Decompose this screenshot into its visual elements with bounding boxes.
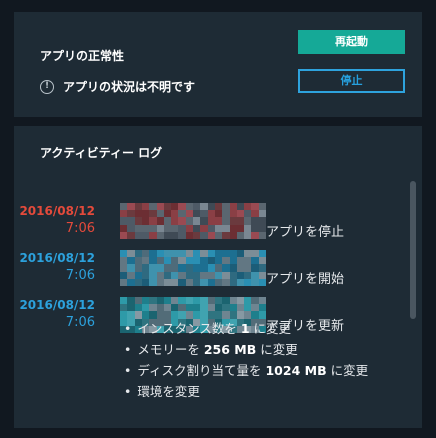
change-details-list: インスタンス数を 1 に変更 メモリーを 256 MB に変更 ディスク割り当て… <box>124 318 368 402</box>
change-item: メモリーを 256 MB に変更 <box>124 339 368 360</box>
entry-time: 7:06 <box>65 315 95 330</box>
app-health-panel: アプリの正常性 ! アプリの状況は不明です 再起動 停止 <box>14 12 422 117</box>
stop-button[interactable]: 停止 <box>298 69 405 93</box>
app-health-title: アプリの正常性 <box>40 49 125 63</box>
entry-date: 2016/08/12 <box>19 298 95 312</box>
info-icon: ! <box>40 79 54 94</box>
entry-time: 7:06 <box>65 268 95 283</box>
activity-log-title: アクティビティー ログ <box>40 146 163 160</box>
restart-button[interactable]: 再起動 <box>298 30 405 54</box>
activity-log-scrollbar[interactable] <box>410 181 416 319</box>
change-item: ディスク割り当て量を 1024 MB に変更 <box>124 360 368 381</box>
entry-date: 2016/08/12 <box>19 204 95 218</box>
entry-date: 2016/08/12 <box>19 251 95 265</box>
app-status-text: アプリの状況は不明です <box>63 80 196 94</box>
entry-action: アプリを停止 <box>266 225 345 240</box>
entry-time: 7:06 <box>65 221 95 236</box>
change-item: インスタンス数を 1 に変更 <box>124 318 368 339</box>
redacted-user-name <box>120 250 266 286</box>
redacted-user-name <box>120 203 266 239</box>
activity-log-panel: アクティビティー ログ 2016/08/12 7:06 アプリを停止 2016/… <box>14 126 422 428</box>
change-item: 環境を変更 <box>124 381 368 402</box>
app-status-row: ! アプリの状況は不明です <box>40 78 195 95</box>
entry-action: アプリを開始 <box>266 272 345 287</box>
